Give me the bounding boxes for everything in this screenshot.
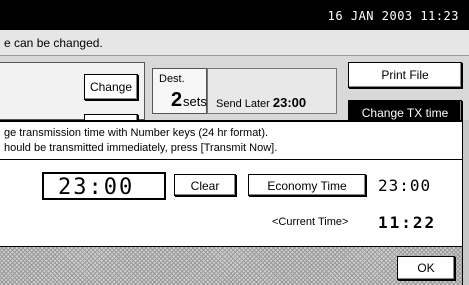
dialog-right-edge: [462, 120, 469, 285]
footer-bar: [0, 247, 462, 285]
status-bar: 16 JAN 2003 11:23: [0, 0, 469, 30]
dest-unit: sets: [183, 94, 207, 109]
change-tx-time-button[interactable]: Change TX time: [348, 100, 462, 122]
print-file-button[interactable]: Print File: [348, 62, 462, 88]
economy-time-value: 23:00: [378, 176, 432, 195]
current-time-value: 11:22: [378, 213, 437, 232]
send-later-time: 23:00: [272, 95, 307, 110]
dest-label: Dest.: [159, 73, 185, 85]
message-text: e can be changed.: [4, 36, 103, 50]
send-later-box: Send Later 23:00: [207, 68, 337, 114]
economy-time-button[interactable]: Economy Time: [248, 174, 366, 196]
dest-box: Dest. 2 sets: [152, 68, 207, 114]
instructions: ge transmission time with Number keys (2…: [4, 126, 277, 156]
current-time-label: <Current Time>: [272, 216, 349, 228]
divider: [0, 159, 462, 160]
dest-count: 2: [171, 89, 183, 111]
send-later-info: Send Later 23:00: [216, 95, 306, 110]
message-line: e can be changed.: [0, 30, 469, 56]
status-datetime: 16 JAN 2003 11:23: [327, 9, 459, 23]
instruction-line-1: ge transmission time with Number keys (2…: [4, 127, 269, 139]
time-entry-value: 23:00: [58, 175, 135, 200]
time-entry-field[interactable]: 23:00: [42, 172, 166, 200]
change-button[interactable]: Change: [84, 74, 138, 100]
ok-button[interactable]: OK: [397, 256, 455, 280]
clear-button[interactable]: Clear: [174, 174, 236, 196]
instruction-line-2: hould be transmitted immediately, press …: [4, 142, 278, 154]
send-later-label: Send Later: [216, 98, 270, 110]
